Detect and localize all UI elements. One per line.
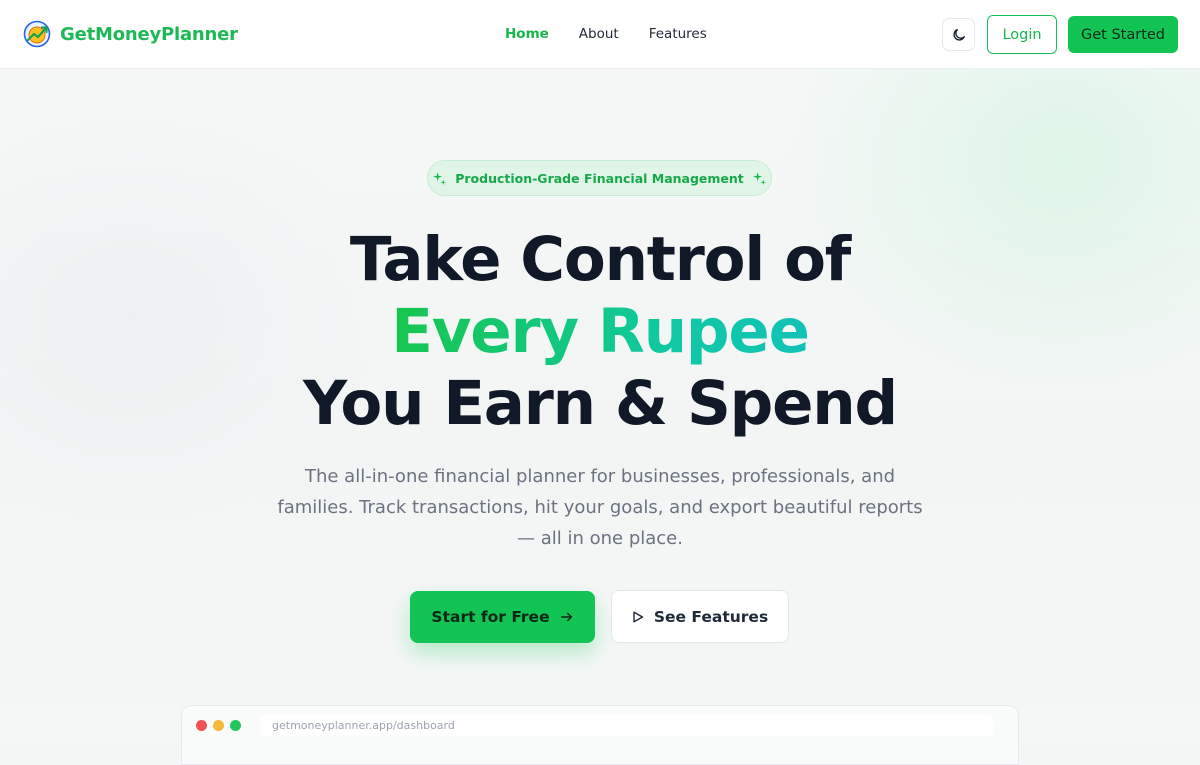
feature-badge: Production-Grade Financial Management: [427, 160, 772, 196]
headline-line-2: Every Rupee: [0, 296, 1200, 368]
start-for-free-label: Start for Free: [431, 608, 550, 626]
hero-headline: Take Control of Every Rupee You Earn & S…: [0, 224, 1200, 440]
top-navbar: GetMoneyPlanner Home About Features Logi…: [0, 0, 1200, 69]
see-features-label: See Features: [653, 607, 769, 626]
headline-line-1: Take Control of: [349, 224, 851, 295]
sparkle-icon: [752, 171, 766, 185]
login-button[interactable]: Login: [987, 15, 1057, 54]
start-for-free-button[interactable]: Start for Free: [410, 591, 595, 643]
see-features-button[interactable]: See Features: [611, 590, 789, 643]
badge-text: Production-Grade Financial Management: [455, 170, 744, 186]
headline-line-3: You Earn & Spend: [302, 368, 898, 439]
primary-nav: Home About Features: [505, 26, 737, 42]
nav-link-home[interactable]: Home: [505, 26, 549, 42]
sparkle-icon: [433, 171, 447, 185]
moon-icon: [952, 28, 965, 41]
brand-name: GetMoneyPlanner: [60, 23, 238, 45]
theme-toggle-button[interactable]: [942, 18, 975, 51]
brand-logo-icon: [23, 20, 51, 48]
headline-accent: Every Rupee: [391, 296, 810, 367]
nav-link-about[interactable]: About: [579, 26, 619, 42]
play-icon: [633, 611, 644, 622]
hero-subtext: The all-in-one financial planner for bus…: [277, 466, 923, 549]
dashboard-preview-window: getmoneyplanner.app/dashboard: [181, 705, 1019, 765]
nav-link-features[interactable]: Features: [649, 26, 707, 42]
preview-url-bar: getmoneyplanner.app/dashboard: [260, 715, 994, 736]
brand[interactable]: GetMoneyPlanner: [22, 19, 238, 49]
get-started-button[interactable]: Get Started: [1068, 16, 1178, 53]
window-minimize-dot: [213, 720, 224, 731]
window-close-dot: [196, 720, 207, 731]
arrow-right-icon: [560, 612, 572, 622]
window-maximize-dot: [230, 720, 241, 731]
